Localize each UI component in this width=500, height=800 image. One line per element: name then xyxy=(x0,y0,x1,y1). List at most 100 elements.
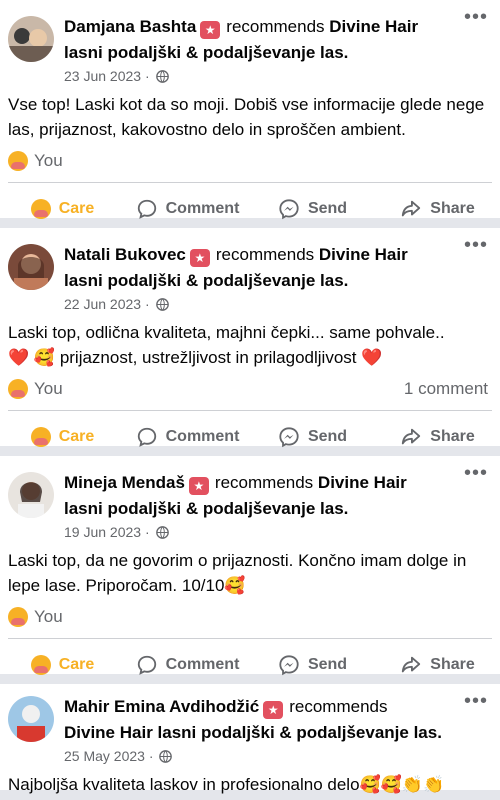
send-button[interactable]: Send xyxy=(250,426,375,448)
globe-icon xyxy=(155,70,169,83)
globe-icon xyxy=(159,750,173,763)
reaction-label: You xyxy=(34,607,63,626)
smiling-hearts-emoji: 🥰 xyxy=(33,348,56,367)
post-date[interactable]: 23 Jun 2023 xyxy=(64,68,141,84)
page-name[interactable]: Divine Hair xyxy=(329,17,418,36)
share-icon xyxy=(402,656,421,673)
send-button[interactable]: Send xyxy=(250,198,375,220)
care-emoji-icon xyxy=(30,655,51,675)
comment-count[interactable]: 1 comment xyxy=(404,379,488,399)
post-text: Laski top, da ne govorim o prijaznosti. … xyxy=(8,551,467,595)
comment-label: Comment xyxy=(165,656,240,673)
post-meta: 22 Jun 2023 · xyxy=(64,294,500,314)
post-text-line: prijaznost, ustrežljivost in prilagodlji… xyxy=(59,348,357,367)
page-name[interactable]: Divine Hair lasni podaljški & podaljševa… xyxy=(64,720,500,746)
recommends-label: recommends xyxy=(289,697,388,716)
more-icon[interactable]: ••• xyxy=(464,7,488,27)
recommends-label: recommends xyxy=(226,17,325,36)
page-name-rest[interactable]: lasni podaljški & podaljševanje las. xyxy=(64,40,500,66)
comment-label: Comment xyxy=(165,428,240,445)
care-label: Care xyxy=(58,656,95,673)
share-icon xyxy=(402,428,421,445)
share-icon xyxy=(402,200,421,217)
post-text: Laski top, odlična kvaliteta, majhni čep… xyxy=(0,320,500,370)
care-emoji-icon xyxy=(8,607,28,627)
send-label: Send xyxy=(307,656,348,673)
send-button[interactable]: Send xyxy=(250,654,375,676)
post-date[interactable]: 19 Jun 2023 xyxy=(64,524,141,540)
care-button[interactable]: Care xyxy=(0,199,125,219)
avatar[interactable] xyxy=(8,472,54,518)
author-name[interactable]: Damjana Bashta xyxy=(64,17,196,36)
messenger-icon xyxy=(279,655,299,676)
comment-icon xyxy=(137,427,156,447)
send-label: Send xyxy=(307,428,348,445)
recommend-badge-icon: ★ xyxy=(189,249,210,267)
send-label: Send xyxy=(307,200,348,217)
messenger-icon xyxy=(279,199,299,220)
care-emoji-icon xyxy=(30,199,51,219)
comment-button[interactable]: Comment xyxy=(125,426,250,448)
post-text: Najboljša kvaliteta laskov in profesiona… xyxy=(8,775,445,794)
post-header: Natali Bukovec ★ recommends Divine Hair la… xyxy=(0,228,500,314)
author-name[interactable]: Mahir Emina Avdihodžić xyxy=(64,697,259,716)
avatar[interactable] xyxy=(8,696,54,742)
recommends-label: recommends xyxy=(215,245,315,264)
post-meta: 25 May 2023 · xyxy=(64,746,500,766)
page-name-rest[interactable]: lasni podaljški & podaljševanje las. xyxy=(64,268,500,294)
recommend-badge-icon: ★ xyxy=(188,477,209,495)
more-icon[interactable]: ••• xyxy=(464,235,488,255)
share-button[interactable]: Share xyxy=(375,426,500,448)
page-name[interactable]: Divine Hair xyxy=(318,473,407,492)
avatar[interactable] xyxy=(8,16,54,62)
post-date[interactable]: 22 Jun 2023 xyxy=(64,296,141,312)
care-emoji-icon xyxy=(8,151,28,171)
post-date[interactable]: 25 May 2023 xyxy=(64,748,145,764)
post-card: Damjana Bashta ★ recommends Divine Hair la… xyxy=(0,0,500,220)
care-label: Care xyxy=(58,200,95,217)
recommends-label: recommends xyxy=(214,473,314,492)
share-label: Share xyxy=(430,656,475,673)
share-button[interactable]: Share xyxy=(375,198,500,220)
reaction-summary[interactable]: You xyxy=(0,600,500,634)
share-label: Share xyxy=(430,428,475,445)
share-label: Share xyxy=(430,200,475,217)
comment-icon xyxy=(137,199,156,219)
post-header: Mahir Emina Avdihodžić ★ recommends Divine… xyxy=(0,684,500,766)
recommend-badge-icon: ★ xyxy=(263,701,284,719)
comment-icon xyxy=(137,655,156,675)
feed: Damjana Bashta ★ recommends Divine Hair la… xyxy=(0,0,500,794)
post-text-line: Laski top, odlična kvaliteta, majhni čep… xyxy=(8,323,445,342)
post-card: Natali Bukovec ★ recommends Divine Hair la… xyxy=(0,228,500,448)
avatar[interactable] xyxy=(8,244,54,290)
globe-icon xyxy=(155,526,169,539)
recommend-badge-icon: ★ xyxy=(200,21,221,39)
care-emoji-icon xyxy=(30,427,51,447)
comment-button[interactable]: Comment xyxy=(125,198,250,220)
heart-emoji: ❤️ xyxy=(361,348,383,367)
post-card: Mineja Mendaš ★ recommends Divine Hair las… xyxy=(0,456,500,676)
reaction-summary[interactable]: You 1 comment xyxy=(0,372,500,406)
care-button[interactable]: Care xyxy=(0,427,125,447)
page-name[interactable]: Divine Hair xyxy=(319,245,408,264)
care-button[interactable]: Care xyxy=(0,655,125,675)
more-icon[interactable]: ••• xyxy=(464,691,488,711)
globe-icon xyxy=(155,298,169,311)
reaction-summary[interactable]: You xyxy=(0,144,500,178)
comment-button[interactable]: Comment xyxy=(125,654,250,676)
messenger-icon xyxy=(279,427,299,448)
author-name[interactable]: Natali Bukovec xyxy=(64,245,186,264)
post-header: Mineja Mendaš ★ recommends Divine Hair las… xyxy=(0,456,500,542)
post-header: Damjana Bashta ★ recommends Divine Hair la… xyxy=(0,0,500,86)
more-icon[interactable]: ••• xyxy=(464,463,488,483)
post-meta: 19 Jun 2023 · xyxy=(64,522,500,542)
post-text: Vse top! Laski kot da so moji. Dobiš vse… xyxy=(8,95,485,139)
post-meta: 23 Jun 2023 · xyxy=(64,66,500,86)
page-name-rest[interactable]: lasni podaljški & podaljševanje las. xyxy=(64,496,500,522)
reaction-label: You xyxy=(34,151,63,170)
post-card: Mahir Emina Avdihodžić ★ recommends Divine… xyxy=(0,684,500,794)
heart-emoji: ❤️ xyxy=(8,348,30,367)
care-label: Care xyxy=(58,428,95,445)
share-button[interactable]: Share xyxy=(375,654,500,676)
author-name[interactable]: Mineja Mendaš xyxy=(64,473,185,492)
